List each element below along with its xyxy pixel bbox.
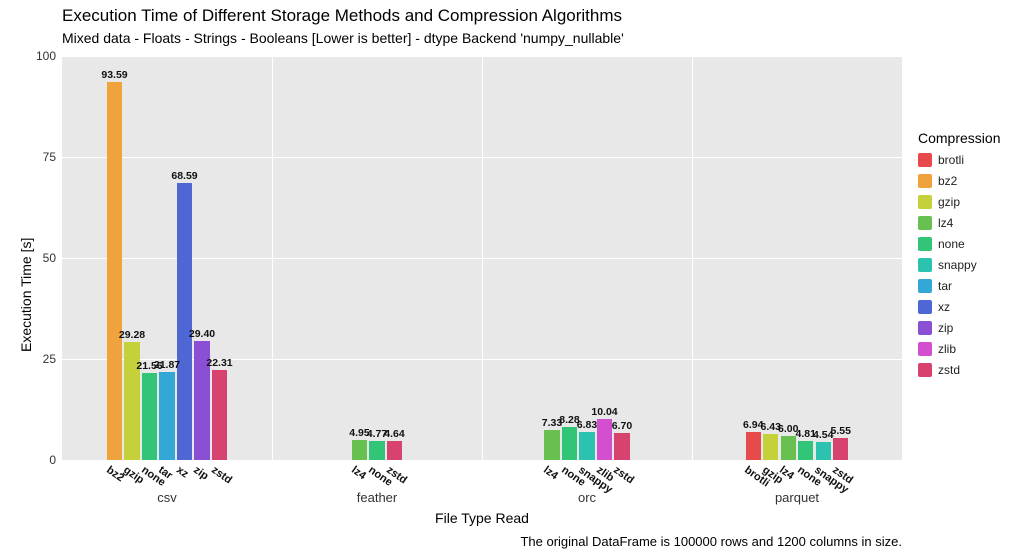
bar-orc-none <box>562 427 577 460</box>
bar-parquet-lz4 <box>781 436 796 460</box>
legend-label: xz <box>938 300 950 314</box>
filetype-label: feather <box>357 490 397 505</box>
legend-swatch <box>918 342 932 356</box>
bar-value-label: 10.04 <box>591 406 617 418</box>
filetype-label: orc <box>578 490 596 505</box>
x-axis-label: File Type Read <box>435 510 529 526</box>
legend-swatch <box>918 321 932 335</box>
bar-orc-zlib <box>597 419 612 460</box>
legend-swatch <box>918 237 932 251</box>
legend-label: gzip <box>938 195 960 209</box>
legend: Compression brotli bz2 gzip lz4 none snappy ta… <box>918 130 1014 383</box>
bar-orc-lz4 <box>544 430 559 460</box>
filetype-label: csv <box>157 490 177 505</box>
bar-csv-bz2 <box>107 82 122 460</box>
bar-parquet-none <box>798 441 813 460</box>
legend-item-zstd: zstd <box>918 362 1014 378</box>
legend-item-bz2: bz2 <box>918 173 1014 189</box>
bar-value-label: 6.83 <box>577 419 597 431</box>
bar-parquet-snappy <box>816 442 831 460</box>
legend-label: zip <box>938 321 953 335</box>
legend-swatch <box>918 363 932 377</box>
bar-value-label: 6.70 <box>612 420 632 432</box>
legend-label: brotli <box>938 153 964 167</box>
legend-item-lz4: lz4 <box>918 215 1014 231</box>
bar-csv-none <box>142 373 157 460</box>
compression-tick: zstd <box>209 464 234 486</box>
legend-swatch <box>918 195 932 209</box>
chart-subtitle: Mixed data - Floats - Strings - Booleans… <box>62 30 624 46</box>
bar-csv-zstd <box>212 370 227 460</box>
legend-item-snappy: snappy <box>918 257 1014 273</box>
chart-root: Execution Time of Different Storage Meth… <box>0 0 1024 558</box>
bar-feather-lz4 <box>352 440 367 460</box>
bar-value-label: 22.31 <box>206 357 232 369</box>
bar-value-label: 4.64 <box>384 428 404 440</box>
legend-label: lz4 <box>938 216 953 230</box>
bar-csv-tar <box>159 372 174 460</box>
bar-feather-none <box>369 441 384 460</box>
filetype-label: parquet <box>775 490 819 505</box>
y-tick-label: 75 <box>0 150 56 164</box>
legend-swatch <box>918 279 932 293</box>
legend-swatch <box>918 258 932 272</box>
compression-tick: lz4 <box>541 464 560 482</box>
chart-title: Execution Time of Different Storage Meth… <box>62 6 622 26</box>
bar-feather-zstd <box>387 441 402 460</box>
legend-item-gzip: gzip <box>918 194 1014 210</box>
bars-layer <box>62 56 902 460</box>
legend-label: snappy <box>938 258 977 272</box>
bar-value-label: 93.59 <box>101 69 127 81</box>
y-tick-label: 25 <box>0 352 56 366</box>
compression-tick: lz4 <box>349 464 368 482</box>
legend-label: none <box>938 237 965 251</box>
legend-item-none: none <box>918 236 1014 252</box>
legend-swatch <box>918 153 932 167</box>
legend-items: brotli bz2 gzip lz4 none snappy tar xz zip zlib zs… <box>918 152 1014 378</box>
y-tick-label: 100 <box>0 49 56 63</box>
bar-orc-snappy <box>579 432 594 460</box>
legend-item-brotli: brotli <box>918 152 1014 168</box>
bar-parquet-gzip <box>763 434 778 460</box>
compression-tick: zip <box>191 464 210 483</box>
bar-orc-zstd <box>614 433 629 460</box>
compression-tick: xz <box>174 464 190 480</box>
legend-item-xz: xz <box>918 299 1014 315</box>
legend-label: zlib <box>938 342 956 356</box>
legend-label: zstd <box>938 363 960 377</box>
legend-item-zlib: zlib <box>918 341 1014 357</box>
bar-parquet-brotli <box>746 432 761 460</box>
legend-swatch <box>918 174 932 188</box>
y-tick-label: 0 <box>0 453 56 467</box>
legend-swatch <box>918 216 932 230</box>
bar-value-label: 29.40 <box>189 328 215 340</box>
chart-caption: The original DataFrame is 100000 rows an… <box>520 534 902 549</box>
bar-value-label: 29.28 <box>119 329 145 341</box>
bar-value-label: 68.59 <box>171 170 197 182</box>
bar-value-label: 21.87 <box>154 359 180 371</box>
bar-parquet-zstd <box>833 438 848 460</box>
legend-label: bz2 <box>938 174 957 188</box>
gridline <box>62 460 902 461</box>
legend-item-tar: tar <box>918 278 1014 294</box>
legend-title: Compression <box>918 130 1014 146</box>
legend-swatch <box>918 300 932 314</box>
legend-item-zip: zip <box>918 320 1014 336</box>
y-tick-label: 50 <box>0 251 56 265</box>
compression-tick: zstd <box>611 464 636 486</box>
bar-value-label: 5.55 <box>831 425 851 437</box>
bar-csv-xz <box>177 183 192 460</box>
legend-label: tar <box>938 279 952 293</box>
